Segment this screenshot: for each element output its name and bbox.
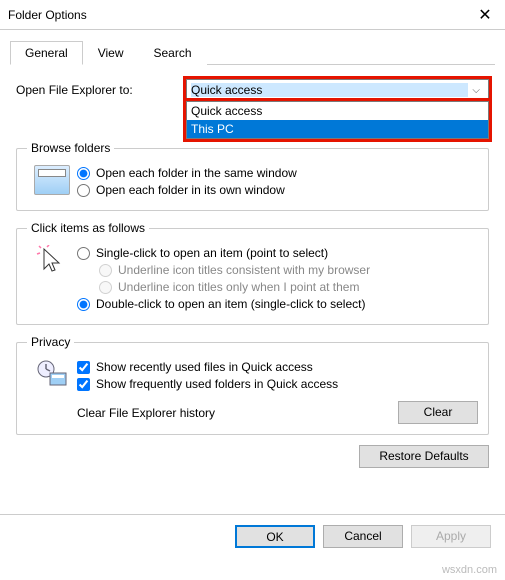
chevron-down-icon: ⌵ bbox=[468, 85, 484, 96]
checkbox-frequent-folders-label: Show frequently used folders in Quick ac… bbox=[96, 377, 338, 391]
clear-button[interactable]: Clear bbox=[398, 401, 478, 424]
radio-own-window-label: Open each folder in its own window bbox=[96, 183, 285, 197]
window-title: Folder Options bbox=[8, 8, 465, 22]
folder-window-icon bbox=[27, 163, 77, 200]
radio-own-window[interactable] bbox=[77, 184, 90, 197]
tab-strip: General View Search bbox=[10, 40, 495, 65]
clear-history-label: Clear File Explorer history bbox=[77, 406, 398, 420]
tab-search[interactable]: Search bbox=[139, 41, 207, 65]
privacy-legend: Privacy bbox=[27, 335, 74, 349]
radio-same-window-label: Open each folder in the same window bbox=[96, 166, 297, 180]
checkbox-frequent-folders[interactable] bbox=[77, 378, 90, 391]
combo-selected-value: Quick access bbox=[191, 83, 468, 97]
radio-same-window[interactable] bbox=[77, 167, 90, 180]
radio-single-click[interactable] bbox=[77, 247, 90, 260]
titlebar: Folder Options ✕ bbox=[0, 0, 505, 30]
checkbox-recent-files[interactable] bbox=[77, 361, 90, 374]
dropdown-item-this-pc[interactable]: This PC bbox=[187, 120, 488, 138]
click-items-group: Click items as follows Single-click to o… bbox=[16, 221, 489, 325]
tab-content-general: Open File Explorer to: Quick access ⌵ Qu… bbox=[0, 65, 505, 478]
click-items-legend: Click items as follows bbox=[27, 221, 149, 235]
open-explorer-combo[interactable]: Quick access ⌵ bbox=[186, 79, 489, 101]
tab-view[interactable]: View bbox=[83, 41, 139, 65]
open-explorer-combo-wrap: Quick access ⌵ Quick access This PC bbox=[186, 79, 489, 101]
privacy-group: Privacy Show recently used files in Quic… bbox=[16, 335, 489, 435]
browse-folders-group: Browse folders Open each folder in the s… bbox=[16, 141, 489, 211]
open-explorer-label: Open File Explorer to: bbox=[16, 83, 186, 97]
browse-folders-legend: Browse folders bbox=[27, 141, 114, 155]
radio-single-click-label: Single-click to open an item (point to s… bbox=[96, 246, 328, 260]
close-button[interactable]: ✕ bbox=[465, 0, 505, 30]
radio-underline-point bbox=[99, 281, 112, 294]
tab-general[interactable]: General bbox=[10, 41, 83, 65]
open-explorer-dropdown[interactable]: Quick access This PC bbox=[186, 101, 489, 139]
privacy-history-icon bbox=[27, 357, 77, 424]
cancel-button[interactable]: Cancel bbox=[323, 525, 403, 548]
dialog-button-bar: OK Cancel Apply bbox=[0, 514, 505, 558]
dropdown-item-quick-access[interactable]: Quick access bbox=[187, 102, 488, 120]
restore-defaults-button[interactable]: Restore Defaults bbox=[359, 445, 489, 468]
radio-underline-point-label: Underline icon titles only when I point … bbox=[118, 280, 359, 294]
radio-underline-browser-label: Underline icon titles consistent with my… bbox=[118, 263, 370, 277]
radio-underline-browser bbox=[99, 264, 112, 277]
radio-double-click[interactable] bbox=[77, 298, 90, 311]
ok-button[interactable]: OK bbox=[235, 525, 315, 548]
radio-double-click-label: Double-click to open an item (single-cli… bbox=[96, 297, 365, 311]
open-explorer-row: Open File Explorer to: Quick access ⌵ Qu… bbox=[16, 79, 489, 101]
watermark: wsxdn.com bbox=[442, 564, 497, 576]
cursor-click-icon bbox=[27, 243, 77, 314]
checkbox-recent-files-label: Show recently used files in Quick access bbox=[96, 360, 313, 374]
apply-button: Apply bbox=[411, 525, 491, 548]
